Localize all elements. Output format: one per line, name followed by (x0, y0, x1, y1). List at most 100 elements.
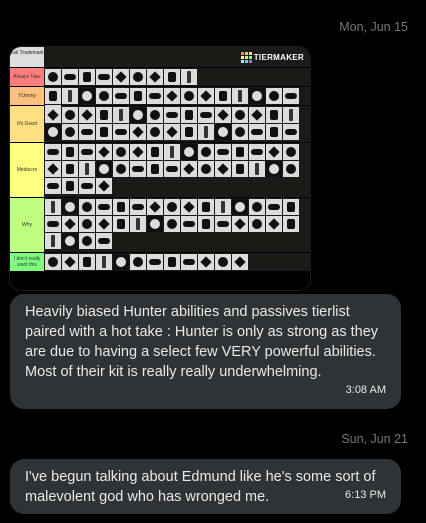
ability-icon (147, 107, 163, 123)
ability-icon (266, 216, 282, 232)
ability-icon (130, 124, 146, 140)
ability-icon (164, 69, 180, 85)
ability-icon (181, 107, 197, 123)
tier-label: YUmmy (10, 87, 44, 105)
ability-icon (215, 254, 231, 270)
ability-icon (215, 144, 231, 160)
message-bubble[interactable]: Heavily biased Hunter abilities and pass… (10, 294, 401, 409)
tiermaker-logo-text: TIERMAKER (253, 53, 304, 62)
tier-items (44, 143, 310, 197)
ability-icon (45, 178, 61, 194)
ability-icon (130, 216, 146, 232)
ability-icon (266, 199, 282, 215)
ability-icon (113, 144, 129, 160)
tier-items (44, 253, 310, 271)
date-separator-1: Mon, Jun 15 (339, 20, 408, 34)
ability-icon (164, 144, 180, 160)
ability-icon (266, 144, 282, 160)
ability-icon (96, 107, 112, 123)
ability-icon (266, 107, 282, 123)
ability-icon (79, 178, 95, 194)
ability-icon (147, 216, 163, 232)
tier-row: I don't really want this (10, 252, 310, 271)
ability-icon (147, 161, 163, 177)
ability-icon (283, 161, 299, 177)
ability-icon (266, 88, 282, 104)
ability-icon (45, 199, 61, 215)
ability-icon (164, 199, 180, 215)
ability-icon (62, 216, 78, 232)
ability-icon (96, 178, 112, 194)
tier-items (44, 87, 310, 121)
ability-icon (79, 144, 95, 160)
ability-icon (147, 199, 163, 215)
ability-icon (96, 69, 112, 85)
ability-icon (79, 124, 95, 140)
ability-icon (45, 107, 61, 123)
tier-rows: Always Take YUmmy It's Good Mediocre Why I do… (10, 67, 310, 271)
ability-icon (113, 161, 129, 177)
ability-icon (249, 144, 265, 160)
ability-icon (215, 199, 231, 215)
ability-icon (62, 178, 78, 194)
ability-icon (232, 199, 248, 215)
ability-icon (45, 161, 61, 177)
ability-icon (62, 69, 78, 85)
ability-icon (147, 144, 163, 160)
ability-icon (249, 107, 265, 123)
ability-icon (45, 69, 61, 85)
tier-label: Always Take (10, 68, 44, 86)
ability-icon (215, 161, 231, 177)
ability-icon (113, 254, 129, 270)
date-separator-2: Sun, Jun 21 (341, 432, 408, 446)
ability-icon (45, 233, 61, 249)
ability-icon (79, 69, 95, 85)
ability-icon (283, 124, 299, 140)
message-timestamp: 6:13 PM (345, 489, 386, 501)
ability-icon (266, 124, 282, 140)
tier-label: Why (10, 198, 44, 252)
ability-icon (164, 88, 180, 104)
ability-icon (249, 124, 265, 140)
message-bubble[interactable]: I've begun talking about Edmund like he'… (10, 459, 401, 514)
tier-label: It's Good (10, 106, 44, 142)
ability-icon (79, 88, 95, 104)
ability-icon (45, 144, 61, 160)
ability-icon (198, 107, 214, 123)
ability-icon (45, 124, 61, 140)
tierlist-image[interactable]: Evil Trademark TIERMAKER Always Take YUmm… (9, 46, 311, 291)
ability-icon (147, 124, 163, 140)
ability-icon (62, 233, 78, 249)
ability-icon (181, 144, 197, 160)
tier-label: I don't really want this (10, 253, 44, 271)
ability-icon (113, 199, 129, 215)
ability-icon (198, 199, 214, 215)
ability-icon (164, 216, 180, 232)
ability-icon (79, 199, 95, 215)
ability-icon (62, 254, 78, 270)
ability-icon (113, 69, 129, 85)
ability-icon (181, 254, 197, 270)
ability-icon (232, 254, 248, 270)
tiermaker-grid-icon (240, 52, 252, 63)
tier-items (44, 68, 310, 86)
ability-icon (232, 144, 248, 160)
ability-icon (96, 124, 112, 140)
ability-icon (232, 161, 248, 177)
ability-icon (181, 161, 197, 177)
ability-icon (130, 69, 146, 85)
ability-icon (62, 88, 78, 104)
tier-row: YUmmy (10, 86, 310, 121)
ability-icon (113, 107, 129, 123)
ability-icon (215, 107, 231, 123)
message-text: I've begun talking about Edmund like he'… (25, 469, 376, 505)
ability-icon (181, 124, 197, 140)
ability-icon (232, 88, 248, 104)
ability-icon (198, 88, 214, 104)
ability-icon (283, 216, 299, 232)
ability-icon (62, 107, 78, 123)
ability-icon (130, 161, 146, 177)
ability-icon (198, 144, 214, 160)
ability-icon (249, 199, 265, 215)
ability-icon (198, 254, 214, 270)
